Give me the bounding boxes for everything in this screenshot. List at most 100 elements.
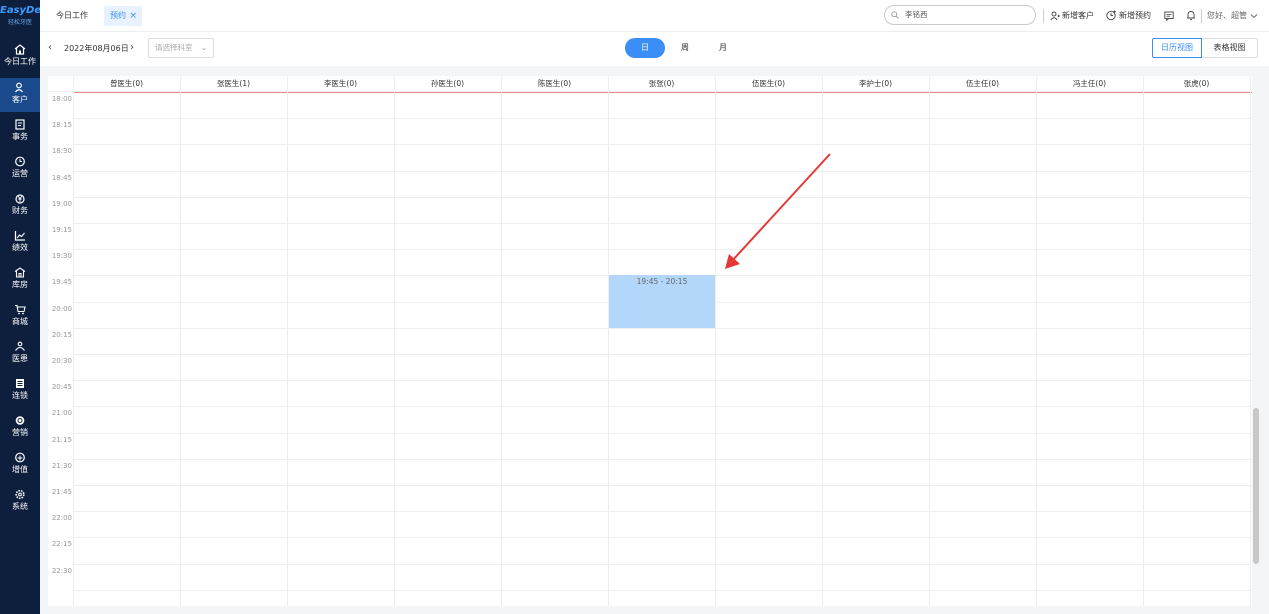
sidebar-item-label: 今日工作 <box>4 57 36 66</box>
calendar-grid: 曾医生(0) 张医生(1) 李医生(0) 孙医生(0) 陈医生(0) 张张(0) 伍医生(0… <box>48 76 1252 606</box>
new-customer-button[interactable]: 新增客户 <box>1050 8 1094 24</box>
time-slot-line <box>73 380 1252 382</box>
sidebar-item-label: 客户 <box>12 95 28 104</box>
column-divider <box>1250 76 1251 606</box>
user-menu[interactable]: 您好、超管 <box>1207 8 1260 24</box>
tab-appointment[interactable]: 预约 × <box>104 6 142 26</box>
sidebar-item-marketing[interactable]: 营销 <box>0 411 40 445</box>
sidebar-item-doctor-patient[interactable]: 医患 <box>0 337 40 371</box>
current-date: 2022年08月06日 <box>64 44 129 53</box>
time-slot-line <box>73 485 1252 486</box>
sidebar-item-label: 增值 <box>12 465 28 474</box>
marketing-icon <box>15 416 25 425</box>
column-divider <box>287 76 288 606</box>
doctor-column-header: 冯主任(0) <box>1072 79 1107 88</box>
sidebar-item-label: 营销 <box>12 428 28 437</box>
task-icon <box>15 119 25 130</box>
brand-logo[interactable]: EasyDent 轻松牙医 <box>0 0 40 34</box>
chevron-down-icon <box>1250 13 1257 18</box>
time-slot-label: 21:15 <box>51 435 72 444</box>
time-slot-label: 21:00 <box>51 409 72 418</box>
prev-date-button[interactable]: ‹ <box>48 42 52 53</box>
bell-icon <box>1187 11 1195 20</box>
doctor-column-header: 伍主任(0) <box>965 79 1000 88</box>
doctor-column-header: 张虎(0) <box>1183 79 1210 88</box>
sidebar-item-chain[interactable]: 连锁 <box>0 374 40 408</box>
department-placeholder: 请选择科室 <box>155 43 193 52</box>
doctor-column-header: 孙医生(0) <box>430 79 465 88</box>
time-slot-line <box>73 327 1252 329</box>
chart-icon <box>14 231 25 241</box>
time-slot-line <box>73 432 1252 434</box>
time-slot-line <box>73 223 1252 224</box>
sidebar-item-value-added[interactable]: 增值 <box>0 448 40 482</box>
calendar-view-button[interactable]: 日历视图 <box>1152 38 1202 58</box>
column-divider <box>929 76 930 606</box>
sidebar-item-label: 商城 <box>12 317 28 326</box>
sidebar-item-mall[interactable]: 商城 <box>0 300 40 334</box>
clock-icon <box>15 156 25 167</box>
column-divider <box>715 76 716 606</box>
tab-today-work[interactable]: 今日工作 <box>50 6 94 26</box>
appointment-block[interactable]: 19:45 - 20:15 <box>609 275 715 328</box>
view-day-button[interactable]: 日 <box>625 38 665 58</box>
sidebar-item-system[interactable]: 系统 <box>0 485 40 519</box>
doctor-column-header: 伍医生(0) <box>751 79 786 88</box>
divider <box>1043 9 1044 23</box>
view-week-button[interactable]: 周 <box>670 38 700 58</box>
table-view-button[interactable]: 表格视图 <box>1202 38 1258 58</box>
chain-icon <box>16 379 24 388</box>
search-input[interactable]: 李铭西 <box>884 5 1036 25</box>
value-added-icon <box>15 452 25 463</box>
warehouse-icon <box>14 267 26 278</box>
sidebar-item-label: 运营 <box>12 169 28 178</box>
sidebar-item-label: 事务 <box>12 132 28 141</box>
close-icon[interactable]: × <box>129 6 137 26</box>
column-divider <box>822 76 823 606</box>
view-month-button[interactable]: 月 <box>708 38 738 58</box>
time-slot-line <box>73 354 1252 355</box>
time-slot-line <box>73 406 1252 408</box>
time-slot-line <box>73 144 1252 146</box>
notification-button[interactable] <box>1186 8 1198 24</box>
sidebar-item-warehouse[interactable]: 库房 <box>0 263 40 297</box>
doctor-column-header: 陈医生(0) <box>537 79 572 88</box>
doctor-column-header: 曾医生(0) <box>109 79 144 88</box>
scrollbar-thumb[interactable] <box>1253 408 1259 564</box>
new-appointment-button[interactable]: 新增预约 <box>1106 8 1151 24</box>
calendar-toolbar: ‹ 2022年08月06日 › 请选择科室 ⌄ 日 周 月 日历视图 表格视图 <box>40 32 1269 66</box>
time-slot-line <box>73 458 1252 460</box>
column-divider <box>1143 76 1144 606</box>
message-button[interactable] <box>1164 8 1176 24</box>
time-slot-label: 18:45 <box>51 173 72 182</box>
time-slot-label: 22:30 <box>51 566 72 575</box>
time-slot-label: 19:45 <box>51 278 72 287</box>
sidebar-item-customer[interactable]: 客户 <box>0 78 40 112</box>
tab-label: 预约 <box>110 11 126 20</box>
time-slot-line <box>73 563 1252 565</box>
message-icon <box>1164 11 1174 22</box>
sidebar-item-label: 财务 <box>12 206 28 215</box>
new-customer-label: 新增客户 <box>1062 11 1094 20</box>
time-slot-line <box>73 118 1252 120</box>
sidebar-item-finance[interactable]: 财务 <box>0 189 40 223</box>
time-slot-line <box>73 589 1252 591</box>
doctor-column-header: 李医生(0) <box>323 79 358 88</box>
doctor-patient-icon <box>15 341 25 351</box>
department-select[interactable]: 请选择科室 ⌄ <box>148 38 214 58</box>
sidebar-item-today[interactable]: 今日工作 <box>0 40 40 74</box>
sidebar-item-operations[interactable]: 运营 <box>0 152 40 186</box>
time-slot-label: 18:00 <box>51 95 72 103</box>
time-slot-label: 20:45 <box>51 383 72 392</box>
sidebar-item-task[interactable]: 事务 <box>0 115 40 149</box>
column-divider <box>180 76 181 606</box>
time-slot-label: 19:15 <box>51 226 72 234</box>
sidebar-item-performance[interactable]: 绩效 <box>0 226 40 260</box>
column-divider <box>1036 76 1037 606</box>
time-slot-line <box>73 170 1252 172</box>
sidebar-item-label: 库房 <box>12 280 28 289</box>
next-date-button[interactable]: › <box>130 42 134 53</box>
time-slot-label: 20:00 <box>51 304 72 313</box>
sidebar: EasyDent 轻松牙医 今日工作 客户 事务 运营 财务 绩效 库房 商城 … <box>0 0 40 614</box>
gear-icon <box>15 489 25 500</box>
